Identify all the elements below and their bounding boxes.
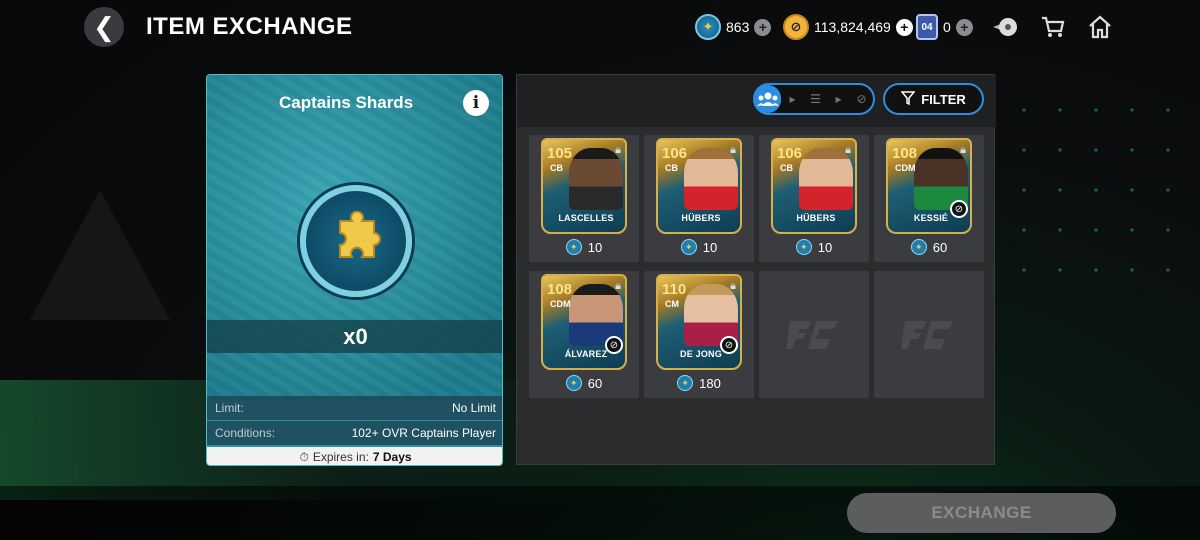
shard-count: x0 [207, 320, 502, 353]
sort-toggle[interactable]: ▸ ☰ ▸ ⊘ [753, 83, 875, 115]
page-title: ITEM EXCHANGE [146, 13, 353, 40]
player-position: CDM [550, 299, 571, 309]
shard-detail-card: Captains Shards i x0 Limit: No Limit Con… [206, 74, 503, 466]
player-position: CM [665, 299, 679, 309]
player-selection-panel: ▸ ☰ ▸ ⊘ FILTER 105 CB LASCELLES 🔒︎ ✦ 10 106 CB H… [516, 74, 996, 465]
player-slot[interactable]: 108 CDM KESSIÉ 🔒︎ ⊘ ✦ 60 [874, 135, 984, 262]
puzzle-coin-icon: ✦ [695, 14, 721, 40]
filter-icon [900, 90, 916, 108]
player-card[interactable]: 105 CB LASCELLES 🔒︎ [541, 138, 627, 234]
lock-icon: 🔒︎ [960, 144, 966, 156]
puzzle-coin-icon: ✦ [910, 239, 927, 255]
limit-row: Limit: No Limit [207, 396, 502, 420]
shard-cost: ✦ 60 [529, 375, 639, 391]
shard-cost: ✦ 60 [874, 239, 984, 255]
player-slot[interactable]: 105 CB LASCELLES 🔒︎ ✦ 10 [529, 135, 639, 262]
untradable-icon: ⊘ [950, 200, 968, 218]
add-token-button[interactable]: + [955, 18, 973, 36]
untradable-icon: ⊘ [720, 336, 738, 354]
player-position: CB [665, 163, 678, 173]
fc-logo-icon [786, 320, 838, 349]
player-rating: 110 [662, 281, 687, 298]
shard-cost: ✦ 10 [644, 239, 754, 255]
shard-cost: ✦ 10 [529, 239, 639, 255]
shards-balance: ✦ 863 + [695, 12, 772, 42]
player-name: LASCELLES [558, 213, 614, 223]
shard-medal-icon [300, 185, 412, 297]
chevron-right-icon: ▸ [835, 92, 842, 106]
empty-slot [874, 271, 984, 398]
token-card-icon: 04 [916, 14, 938, 40]
puzzle-coin-icon: ✦ [677, 375, 694, 391]
info-icon[interactable]: i [463, 90, 489, 116]
player-card[interactable]: 106 CB HÜBERS 🔒︎ [771, 138, 857, 234]
shard-title: Captains Shards [279, 93, 414, 112]
lock-icon: 🔒︎ [615, 144, 621, 156]
expires-bar: ⏱ Expires in: 7 Days [207, 447, 502, 465]
home-icon[interactable] [1085, 12, 1115, 42]
player-rating: 106 [777, 145, 803, 162]
player-position: CB [780, 163, 793, 173]
chevron-right-icon: ▸ [789, 92, 796, 106]
player-card[interactable]: 108 CDM ÁLVAREZ 🔒︎ ⊘ [541, 274, 627, 370]
conditions-row: Conditions: 102+ OVR Captains Player [207, 421, 502, 445]
shard-cost: ✦ 10 [759, 239, 869, 255]
player-card[interactable]: 106 CB HÜBERS 🔒︎ [656, 138, 742, 234]
token-balance: 04 0 + [916, 12, 973, 42]
puzzle-coin-icon: ✦ [565, 239, 582, 255]
player-rating: 106 [662, 145, 688, 162]
empty-slot [759, 271, 869, 398]
fc-points-balance: ⊘ 113,824,469 + [783, 12, 913, 42]
player-card[interactable]: 110 CM DE JONG 🔒︎ ⊘ [656, 274, 742, 370]
player-slot[interactable]: 106 CB HÜBERS 🔒︎ ✦ 10 [759, 135, 869, 262]
player-portrait [569, 148, 623, 210]
player-slot[interactable]: 106 CB HÜBERS 🔒︎ ✦ 10 [644, 135, 754, 262]
untradable-icon: ⊘ [605, 336, 623, 354]
player-rating: 108 [547, 281, 573, 298]
player-name: HÜBERS [681, 213, 721, 223]
coins-stack-icon[interactable]: ☰ [804, 85, 827, 113]
player-portrait [799, 148, 853, 210]
ball-icon[interactable] [990, 12, 1020, 42]
cart-icon[interactable] [1038, 12, 1068, 42]
back-button[interactable]: ❮ [84, 7, 124, 47]
lock-icon: 🔒︎ [730, 144, 736, 156]
add-shards-button[interactable]: + [754, 18, 772, 36]
player-slot[interactable]: 110 CM DE JONG 🔒︎ ⊘ ✦ 180 [644, 271, 754, 398]
exchange-button[interactable]: EXCHANGE [847, 493, 1116, 533]
lock-icon: 🔒︎ [615, 280, 621, 292]
chevron-left-icon: ❮ [93, 11, 115, 42]
player-portrait [684, 148, 738, 210]
player-position: CDM [895, 163, 916, 173]
player-card[interactable]: 108 CDM KESSIÉ 🔒︎ ⊘ [886, 138, 972, 234]
untradable-icon[interactable]: ⊘ [850, 85, 873, 113]
stopwatch-icon: ⏱ [299, 449, 309, 464]
player-rating: 108 [892, 145, 918, 162]
player-name: HÜBERS [796, 213, 836, 223]
group-sort-icon[interactable] [755, 85, 782, 113]
player-rating: 105 [547, 145, 573, 162]
player-position: CB [550, 163, 563, 173]
lock-icon: 🔒︎ [730, 280, 736, 292]
lock-icon: 🔒︎ [845, 144, 851, 156]
player-slot[interactable]: 108 CDM ÁLVAREZ 🔒︎ ⊘ ✦ 60 [529, 271, 639, 398]
fc-logo-icon [901, 320, 953, 349]
fc-points-icon: ⊘ [783, 14, 809, 40]
add-fc-points-button[interactable]: + [895, 18, 913, 36]
filter-button[interactable]: FILTER [883, 83, 984, 115]
shard-cost: ✦ 180 [644, 375, 754, 391]
puzzle-coin-icon: ✦ [680, 239, 697, 255]
puzzle-coin-icon: ✦ [565, 375, 582, 391]
puzzle-coin-icon: ✦ [795, 239, 812, 255]
